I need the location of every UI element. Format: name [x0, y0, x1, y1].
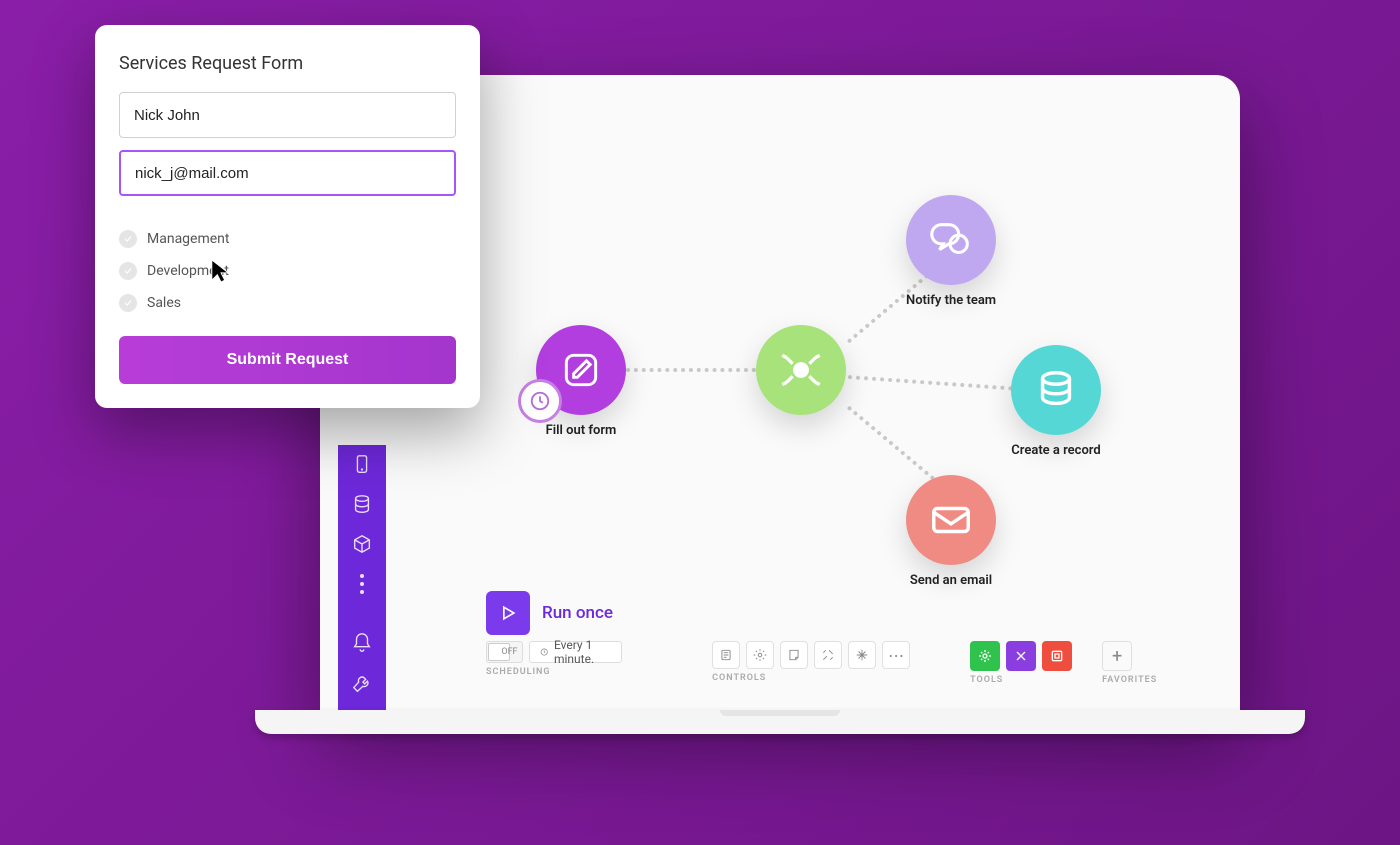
scheduling-label: SCHEDULING — [486, 667, 622, 677]
app-sidebar — [338, 445, 386, 725]
submit-request-button[interactable]: Submit Request — [119, 336, 456, 384]
add-favorite-button[interactable]: + — [1102, 641, 1132, 671]
node-fill-out-form[interactable]: Fill out form — [536, 325, 626, 438]
schedule-selector[interactable]: Every 1 minute. — [529, 641, 623, 663]
check-icon — [119, 230, 137, 248]
tools-label: TOOLS — [970, 675, 1072, 685]
connector — [847, 405, 941, 485]
node-label: Create a record — [1011, 443, 1101, 458]
scheduling-toggle[interactable]: OFF — [486, 641, 523, 663]
control-note-icon[interactable] — [780, 641, 808, 669]
workflow-canvas[interactable]: Fill out form Notify the team — [386, 75, 1240, 715]
services-request-form: Services Request Form Management Develop… — [95, 25, 480, 408]
favorites-label: FAVORITES — [1102, 675, 1157, 685]
sidebar-database-icon[interactable] — [351, 493, 373, 515]
sidebar-package-icon[interactable] — [351, 533, 373, 555]
option-label: Sales — [147, 295, 181, 311]
node-label: Send an email — [906, 573, 996, 588]
connector — [626, 368, 756, 372]
control-settings-icon[interactable] — [746, 641, 774, 669]
schedule-badge-icon — [518, 379, 562, 423]
control-notes-icon[interactable] — [712, 641, 740, 669]
node-create-record[interactable]: Create a record — [1011, 345, 1101, 458]
check-icon — [119, 262, 137, 280]
option-sales[interactable]: Sales — [119, 294, 456, 312]
tool-purple-icon[interactable] — [1006, 641, 1036, 671]
run-once-button[interactable] — [486, 591, 530, 635]
form-title: Services Request Form — [119, 53, 456, 74]
favorites-group: + FAVORITES — [1102, 641, 1157, 685]
node-router-hub[interactable] — [756, 325, 846, 423]
node-send-email[interactable]: Send an email — [906, 475, 996, 588]
sidebar-more-icon[interactable] — [351, 573, 373, 595]
tools-group: TOOLS — [970, 641, 1072, 685]
schedule-text: Every 1 minute. — [554, 638, 611, 666]
option-management[interactable]: Management — [119, 230, 456, 248]
sidebar-tablet-icon[interactable] — [351, 453, 373, 475]
run-bar: Run once — [486, 591, 613, 635]
option-development[interactable]: Development — [119, 262, 456, 280]
sidebar-bell-icon[interactable] — [351, 632, 373, 654]
tool-red-icon[interactable] — [1042, 641, 1072, 671]
control-more-icon[interactable]: ⋯ — [882, 641, 910, 669]
laptop-base — [255, 710, 1305, 734]
name-input[interactable] — [119, 92, 456, 138]
node-label: Notify the team — [906, 293, 996, 308]
toggle-state: OFF — [501, 647, 517, 657]
control-bar: OFF Every 1 minute. SCHEDULING ⋯ — [486, 641, 1140, 685]
connector — [848, 375, 1013, 391]
sidebar-wrench-icon[interactable] — [351, 672, 373, 694]
check-icon — [119, 294, 137, 312]
node-notify-team[interactable]: Notify the team — [906, 195, 996, 308]
run-once-label: Run once — [542, 603, 613, 623]
tool-green-icon[interactable] — [970, 641, 1000, 671]
control-autoalign-icon[interactable] — [814, 641, 842, 669]
scheduling-group: OFF Every 1 minute. SCHEDULING — [486, 641, 622, 677]
option-label: Management — [147, 231, 229, 247]
node-label: Fill out form — [536, 423, 626, 438]
option-label: Development — [147, 263, 229, 279]
email-input[interactable] — [119, 150, 456, 196]
controls-group: ⋯ CONTROLS — [712, 641, 910, 683]
control-explain-icon[interactable] — [848, 641, 876, 669]
controls-label: CONTROLS — [712, 673, 910, 683]
